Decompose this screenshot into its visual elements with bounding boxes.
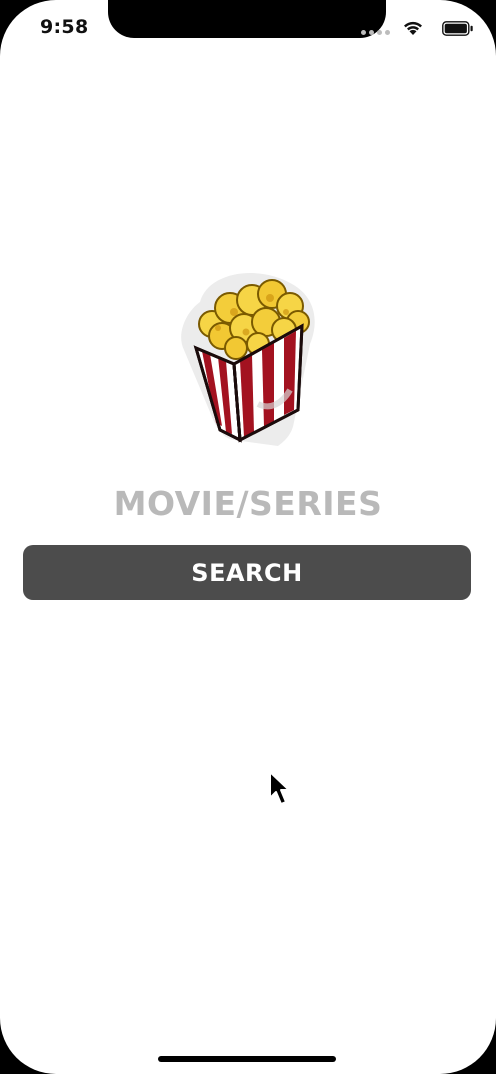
search-button[interactable]: SEARCH <box>23 545 471 600</box>
home-indicator[interactable] <box>158 1056 336 1062</box>
mouse-cursor-icon <box>269 771 290 805</box>
popcorn-icon <box>181 272 315 446</box>
page-title: MOVIE/SERIES <box>113 484 383 523</box>
camera-notch <box>108 0 386 38</box>
wifi-icon <box>404 21 422 35</box>
status-time: 9:58 <box>40 16 89 38</box>
cellular-signal-icon <box>361 30 390 35</box>
search-button-label: SEARCH <box>191 558 303 587</box>
battery-icon <box>442 21 473 36</box>
phone-screen: 9:58 MOVIE/SERIES SEARCH <box>0 0 496 1074</box>
